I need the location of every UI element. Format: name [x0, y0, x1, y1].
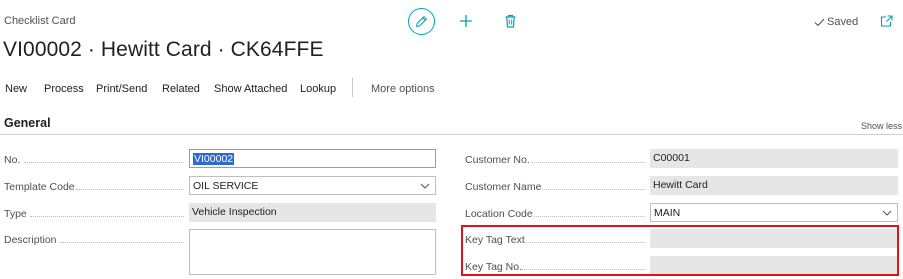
label-customer-name: Customer Name	[465, 181, 542, 193]
label-description: Description	[4, 234, 57, 246]
type-field: Vehicle Inspection	[189, 203, 436, 222]
action-process[interactable]: Process	[44, 83, 84, 95]
chevron-down-icon	[882, 210, 892, 216]
annotation-highlight-box	[461, 225, 899, 276]
checkmark-icon	[814, 18, 825, 26]
saved-status: Saved	[814, 16, 858, 28]
chevron-down-icon	[420, 183, 430, 189]
action-more-options[interactable]: More options	[371, 83, 435, 95]
popout-icon	[880, 15, 893, 27]
label-type: Type	[4, 208, 27, 220]
no-value: VI00002	[193, 153, 235, 165]
action-print-send[interactable]: Print/Send	[96, 83, 147, 95]
dotted-leader	[534, 216, 645, 217]
dotted-leader	[30, 216, 184, 217]
plus-icon	[460, 15, 472, 27]
description-textarea[interactable]	[189, 229, 436, 275]
dotted-leader	[532, 162, 645, 163]
action-related[interactable]: Related	[162, 83, 200, 95]
template-code-select[interactable]: OIL SERVICE	[189, 176, 436, 195]
action-new[interactable]: New	[5, 83, 27, 95]
label-template-code: Template Code	[4, 181, 75, 193]
page-caption: Checklist Card	[4, 15, 76, 27]
no-field[interactable]: VI00002	[189, 149, 436, 168]
dotted-leader	[24, 162, 184, 163]
location-code-value: MAIN	[654, 207, 681, 219]
label-location-code: Location Code	[465, 208, 533, 220]
dotted-leader	[542, 189, 645, 190]
popout-button[interactable]	[878, 13, 894, 29]
section-title-general[interactable]: General	[4, 116, 51, 130]
action-bar: New Process Print/Send Related Show Atta…	[0, 78, 903, 98]
dotted-leader	[60, 242, 184, 243]
section-divider	[0, 134, 903, 135]
action-separator	[352, 78, 353, 97]
customer-name-value: Hewitt Card	[653, 179, 708, 191]
customer-name-field: Hewitt Card	[650, 176, 898, 195]
customer-no-value: C00001	[653, 152, 690, 164]
show-less-link[interactable]: Show less	[861, 121, 902, 131]
location-code-select[interactable]: MAIN	[650, 203, 898, 222]
action-lookup[interactable]: Lookup	[300, 83, 336, 95]
page-title: VI00002 · Hewitt Card · CK64FFE	[3, 38, 324, 61]
edit-button[interactable]	[408, 8, 435, 35]
template-code-value: OIL SERVICE	[193, 180, 259, 192]
saved-label: Saved	[827, 16, 859, 28]
delete-button[interactable]	[500, 11, 520, 31]
type-value: Vehicle Inspection	[192, 206, 277, 218]
action-show-attached[interactable]: Show Attached	[214, 83, 287, 95]
label-no: No.	[4, 154, 21, 166]
label-customer-no: Customer No.	[465, 154, 530, 166]
dotted-leader	[76, 189, 184, 190]
customer-no-field: C00001	[650, 149, 898, 168]
pencil-icon	[416, 16, 427, 27]
new-button[interactable]	[456, 11, 476, 31]
trash-icon	[505, 14, 515, 28]
